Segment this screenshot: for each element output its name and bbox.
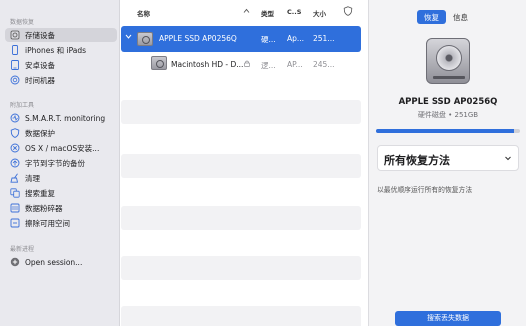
row-cs: Ap... [287,34,305,43]
shield-icon [10,128,20,138]
empty-row [121,256,361,280]
sidebar-item-macos-installer[interactable]: OS X / macOS安装... [5,141,117,155]
chevron-down-icon [504,154,512,162]
device-list: 名称 类型 C..S 大小 APPLE SSD AP0256Q 硬... Ap.… [121,0,367,326]
sidebar-item-storage[interactable]: 存储设备 [5,28,117,42]
sidebar-item-smart[interactable]: S.M.A.R.T. monitoring [5,111,117,125]
sort-chevron-icon[interactable] [243,8,250,16]
table-row[interactable]: APPLE SSD AP0256Q 硬... Ap... 251... [121,26,361,52]
hard-disk-icon [426,38,470,84]
duplicate-icon [10,188,20,198]
row-name: Macintosh HD - D... [171,60,244,69]
section-recent-label: 最新进程 [10,246,35,253]
shredder-icon [10,203,20,213]
sidebar-item-shredder[interactable]: 数据粉碎器 [5,201,117,215]
empty-row [121,306,361,326]
hdd-icon [10,30,20,40]
sidebar-item-android[interactable]: 安卓设备 [5,58,117,72]
search-lost-data-button[interactable]: 搜索丢失数据 [395,311,501,326]
sidebar-item-label: S.M.A.R.T. monitoring [25,113,106,123]
sidebar-item-data-protection[interactable]: 数据保护 [5,126,117,140]
row-type: 硬... [261,35,276,44]
column-name-header[interactable]: 名称 [137,8,150,18]
disk-usage-fill [376,129,515,133]
open-session-button[interactable]: Open session... [5,255,117,269]
backup-icon [10,158,20,168]
empty-row [121,206,361,230]
erase-icon [10,218,20,228]
device-subtitle: 硬件磁盘 • 251GB [417,111,479,119]
row-type: 逻... [261,61,276,70]
sidebar-item-label: iPhones 和 iPads [25,45,87,55]
empty-row [121,100,361,124]
sidebar: 数据恢复 存储设备 iPhones 和 iPads 安卓设备 时间机器 附加工具… [0,0,120,326]
row-size: 251... [313,34,335,43]
row-cs: AP... [287,60,303,69]
recovery-method-label: 所有恢复方法 [384,154,450,167]
column-type-header[interactable]: 类型 [261,8,274,18]
installer-icon [10,143,20,153]
sidebar-item-label: Open session... [25,257,83,267]
sidebar-item-label: 数据保护 [25,128,55,138]
column-size-header[interactable]: 大小 [313,8,326,18]
sidebar-item-label: 清理 [25,173,40,183]
disclosure-chevron-icon[interactable] [125,33,132,42]
sidebar-item-byte-backup[interactable]: 字节到字节的备份 [5,156,117,170]
sidebar-item-iphones[interactable]: iPhones 和 iPads [5,43,117,57]
sidebar-item-cleanup[interactable]: 清理 [5,171,117,185]
phone-icon [10,45,20,55]
sidebar-item-label: 存储设备 [25,30,55,40]
plus-icon [10,257,20,267]
row-name: APPLE SSD AP0256Q [159,34,237,43]
sidebar-item-find-duplicates[interactable]: 搜索重复 [5,186,117,200]
tab-recover[interactable]: 恢复 [417,10,446,24]
sidebar-item-label: OS X / macOS安装... [25,143,100,153]
table-row[interactable]: Macintosh HD - D... 逻... AP... 245... [121,52,361,76]
shield-column-icon[interactable] [343,6,353,18]
sidebar-item-label: 数据粉碎器 [25,203,63,213]
section-recovery-label: 数据恢复 [10,19,35,26]
hdd-icon [137,32,153,46]
section-tools-label: 附加工具 [10,102,35,109]
detail-panel: 恢复 信息 APPLE SSD AP0256Q 硬件磁盘 • 251GB 所有恢… [368,0,526,326]
panel-tabs: 恢复 信息 [417,10,475,24]
broom-icon [10,173,20,183]
column-cs-header[interactable]: C..S [287,8,301,16]
sidebar-item-label: 安卓设备 [25,60,55,70]
tab-info[interactable]: 信息 [446,10,475,24]
list-header: 名称 类型 C..S 大小 [121,4,367,20]
row-size: 245... [313,60,335,69]
sidebar-item-label: 字节到字节的备份 [25,158,85,168]
sidebar-item-label: 时间机器 [25,75,55,85]
volume-icon [151,56,167,70]
android-icon [10,60,20,70]
time-machine-icon [10,75,20,85]
sidebar-item-time-machine[interactable]: 时间机器 [5,73,117,87]
sidebar-item-erase-free-space[interactable]: 擦除可用空间 [5,216,117,230]
lock-icon [244,60,250,69]
device-name: APPLE SSD AP0256Q [398,97,498,107]
empty-row [121,154,361,178]
sidebar-item-label: 搜索重复 [25,188,55,198]
recovery-method-dropdown[interactable]: 所有恢复方法 [377,145,519,171]
sidebar-item-label: 擦除可用空间 [25,218,70,228]
recovery-method-hint: 以最优顺序运行所有的恢复方法 [377,186,473,194]
disk-usage-bar [376,129,520,133]
smart-icon [10,113,20,123]
